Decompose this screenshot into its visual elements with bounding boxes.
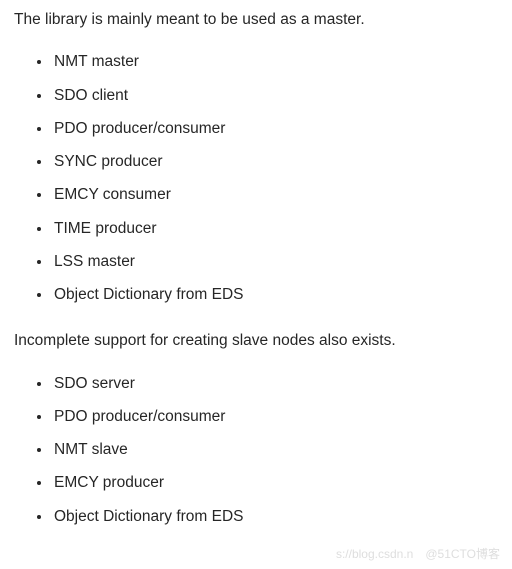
watermark: s://blog.csdn.n @51CTO博客 — [336, 545, 500, 563]
intro-paragraph-master: The library is mainly meant to be used a… — [14, 8, 498, 31]
list-item: Object Dictionary from EDS — [52, 278, 498, 311]
list-item: TIME producer — [52, 212, 498, 245]
watermark-left: s://blog.csdn.n — [336, 545, 413, 563]
list-item: NMT master — [52, 45, 498, 78]
list-item: EMCY consumer — [52, 178, 498, 211]
list-item: SDO server — [52, 367, 498, 400]
list-item: SYNC producer — [52, 145, 498, 178]
list-item: PDO producer/consumer — [52, 400, 498, 433]
intro-paragraph-slave: Incomplete support for creating slave no… — [14, 329, 498, 352]
list-item: LSS master — [52, 245, 498, 278]
watermark-right: @51CTO博客 — [425, 545, 500, 563]
list-item: Object Dictionary from EDS — [52, 500, 498, 533]
list-item: NMT slave — [52, 433, 498, 466]
list-item: PDO producer/consumer — [52, 112, 498, 145]
list-item: EMCY producer — [52, 466, 498, 499]
master-features-list: NMT master SDO client PDO producer/consu… — [14, 45, 498, 311]
list-item: SDO client — [52, 79, 498, 112]
slave-features-list: SDO server PDO producer/consumer NMT sla… — [14, 367, 498, 533]
